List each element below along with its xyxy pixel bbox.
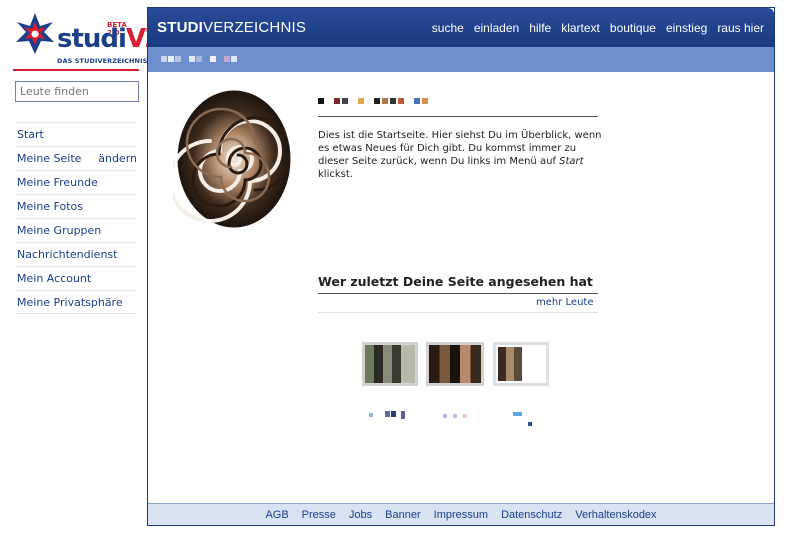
- divider: [318, 312, 598, 313]
- profile-image[interactable]: [173, 86, 295, 232]
- pixelated-profile-name: [318, 98, 428, 104]
- visitor-card[interactable]: [426, 342, 488, 434]
- visitor-name-pixelated: [443, 414, 467, 418]
- main-frame: STUDIVERZEICHNIS suche einladen hilfe kl…: [147, 7, 775, 526]
- footer-link-banner[interactable]: Banner: [385, 509, 420, 521]
- top-nav: suche einladen hilfe klartext boutique e…: [432, 21, 764, 35]
- pixelated-username: [161, 56, 237, 62]
- studivz-logo[interactable]: BETA 2.0 studiVZ DAS STUDIVERZEICHNIS: [13, 10, 164, 72]
- footer: AGB Presse Jobs Banner Impressum Datensc…: [148, 503, 774, 525]
- footer-link-datenschutz[interactable]: Datenschutz: [501, 509, 562, 521]
- visitors-heading: Wer zuletzt Deine Seite angesehen hat: [318, 274, 593, 289]
- logo-divider: [13, 69, 139, 71]
- studivz-star-icon: [16, 13, 54, 54]
- visitor-card[interactable]: [493, 342, 549, 434]
- sidebar-item-label: Mein Account: [17, 272, 92, 285]
- sub-bar: [148, 47, 774, 72]
- sidebar-item-label: Meine Privatsphäre: [17, 295, 123, 309]
- nav-klartext[interactable]: klartext: [561, 21, 600, 35]
- footer-link-jobs[interactable]: Jobs: [349, 509, 372, 521]
- nav-einladen[interactable]: einladen: [474, 21, 519, 35]
- sidebar-item-label: Nachrichtendienst: [17, 248, 118, 261]
- sidebar-item-meine-fotos[interactable]: Meine Fotos: [15, 194, 137, 218]
- visitor-photo[interactable]: [426, 342, 484, 386]
- footer-link-agb[interactable]: AGB: [265, 509, 288, 521]
- search-input[interactable]: [15, 81, 139, 102]
- sidebar-item-meine-privatsphaere[interactable]: Meine Privatsphäre: [15, 290, 137, 314]
- sidebar-item-start[interactable]: Start: [15, 122, 137, 146]
- top-bar: STUDIVERZEICHNIS suche einladen hilfe kl…: [148, 8, 774, 47]
- sidebar-item-label: Meine Freunde: [17, 176, 98, 189]
- nav-boutique[interactable]: boutique: [610, 21, 656, 35]
- visitor-card[interactable]: [362, 342, 422, 434]
- sidebar-item-meine-gruppen[interactable]: Meine Gruppen: [15, 218, 137, 242]
- sidebar-nav: Start Meine Seite ändern Meine Freunde Me…: [15, 122, 137, 314]
- visitor-photo[interactable]: [493, 342, 549, 386]
- nav-suche[interactable]: suche: [432, 21, 464, 35]
- welcome-message: Dies ist die Startseite. Hier siehst Du …: [318, 130, 602, 180]
- more-people-link[interactable]: mehr Leute: [536, 297, 593, 308]
- sidebar-item-mein-account[interactable]: Mein Account: [15, 266, 137, 290]
- sidebar-item-meine-seite[interactable]: Meine Seite ändern: [15, 146, 137, 170]
- nav-einstieg[interactable]: einstieg: [666, 21, 707, 35]
- footer-link-presse[interactable]: Presse: [302, 509, 336, 521]
- sidebar-item-meine-freunde[interactable]: Meine Freunde: [15, 170, 137, 194]
- logo-subtitle: DAS STUDIVERZEICHNIS: [57, 57, 148, 65]
- brand-title[interactable]: STUDIVERZEICHNIS: [157, 19, 306, 36]
- edit-profile-link[interactable]: ändern: [98, 152, 137, 165]
- divider: [318, 116, 598, 117]
- divider: [318, 293, 598, 294]
- sidebar-item-nachrichtendienst[interactable]: Nachrichtendienst: [15, 242, 137, 266]
- footer-link-verhaltenskodex[interactable]: Verhaltenskodex: [575, 509, 656, 521]
- visitor-name-pixelated: [513, 412, 532, 426]
- nav-hilfe[interactable]: hilfe: [529, 21, 551, 35]
- visitor-name-pixelated: [364, 411, 405, 419]
- footer-link-impressum[interactable]: Impressum: [434, 509, 488, 521]
- visitor-photo[interactable]: [362, 342, 418, 386]
- nav-raus-hier[interactable]: raus hier: [717, 21, 764, 35]
- sidebar-item-label: Start: [17, 128, 44, 141]
- sidebar-item-label: Meine Gruppen: [17, 224, 102, 237]
- sidebar-item-label: Meine Seite: [17, 152, 82, 165]
- sidebar-item-label: Meine Fotos: [17, 200, 83, 213]
